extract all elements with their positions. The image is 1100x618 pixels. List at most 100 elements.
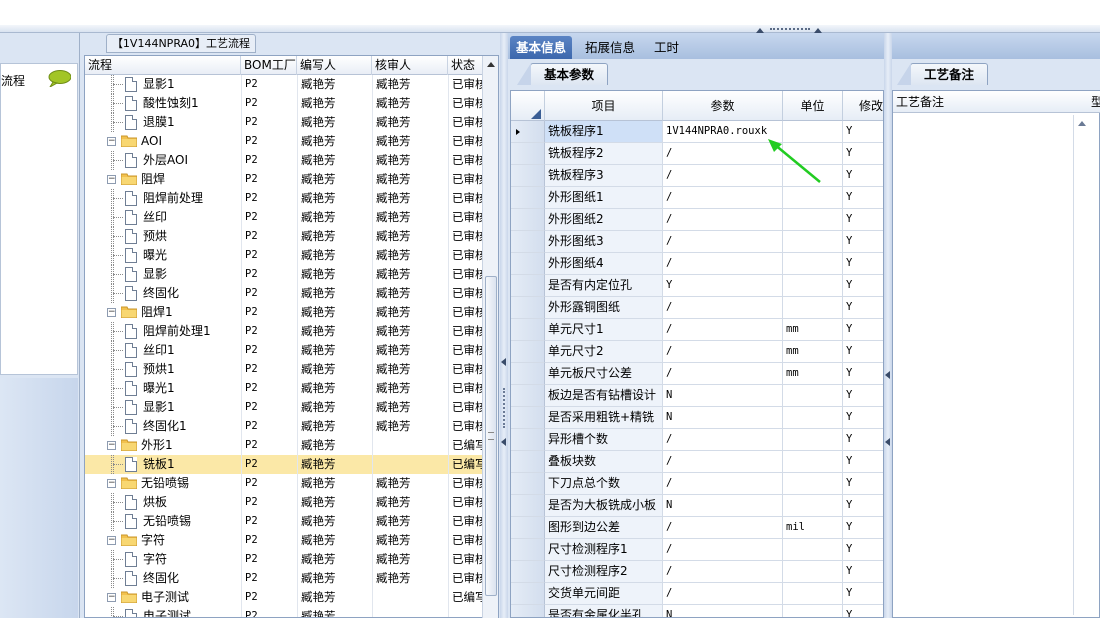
column-header-unit[interactable]: 单位 xyxy=(783,91,843,121)
param-row[interactable]: 异形槽个数 / Y xyxy=(511,429,883,451)
collapse-node-icon[interactable]: − xyxy=(107,593,116,602)
tree-row[interactable]: 字符 P2 臧艳芳 臧艳芳 已审核 xyxy=(85,550,486,569)
column-header-modify[interactable]: 修改 xyxy=(843,91,883,121)
tree-group-row[interactable]: − 外形1 P2 臧艳芳 已编写 xyxy=(85,436,486,455)
top-splitter[interactable] xyxy=(0,25,1100,33)
param-value-cell[interactable]: / xyxy=(663,473,783,495)
row-selector[interactable] xyxy=(511,407,545,429)
column-header-bom[interactable]: BOM工厂 xyxy=(241,56,297,75)
param-row[interactable]: 下刀点总个数 / Y xyxy=(511,473,883,495)
row-selector[interactable] xyxy=(511,495,545,517)
row-selector[interactable] xyxy=(511,605,545,617)
row-selector[interactable] xyxy=(511,583,545,605)
process-flow-tree[interactable]: 流程 BOM工厂 编写人 核审人 状态 显影1 P2 臧艳芳 臧艳芳 已审核 酸性蚀刻1 P… xyxy=(84,55,499,618)
collapse-node-icon[interactable]: − xyxy=(107,308,116,317)
row-selector[interactable] xyxy=(511,517,545,539)
row-selector[interactable] xyxy=(511,165,545,187)
param-row[interactable]: 单元尺寸1/mm Y xyxy=(511,319,883,341)
param-value-cell[interactable]: / xyxy=(663,253,783,275)
tree-row[interactable]: 丝印 P2 臧艳芳 臧艳芳 已审核 xyxy=(85,208,486,227)
param-row[interactable]: 是否采用粗铣+精铣 N Y xyxy=(511,407,883,429)
collapse-node-icon[interactable]: − xyxy=(107,175,116,184)
column-header-notes[interactable]: 工艺备注 xyxy=(896,91,944,113)
tree-group-row[interactable]: − AOI P2 臧艳芳 臧艳芳 已审核 xyxy=(85,132,486,151)
param-value-cell[interactable]: N xyxy=(663,495,783,517)
param-value-cell[interactable]: / xyxy=(663,231,783,253)
param-value-cell[interactable]: / xyxy=(663,319,783,341)
param-value-cell[interactable]: Y xyxy=(663,275,783,297)
collapse-left-icon[interactable] xyxy=(501,358,506,366)
collapse-node-icon[interactable]: − xyxy=(107,479,116,488)
row-selector[interactable] xyxy=(511,187,545,209)
splitter-grip[interactable] xyxy=(770,28,810,32)
row-selector[interactable] xyxy=(511,231,545,253)
column-header-reviewer[interactable]: 核审人 xyxy=(372,56,448,75)
row-selector[interactable] xyxy=(511,253,545,275)
tree-row[interactable]: 丝印1 P2 臧艳芳 臧艳芳 已审核 xyxy=(85,341,486,360)
tree-row[interactable]: 显影 P2 臧艳芳 臧艳芳 已审核 xyxy=(85,265,486,284)
param-row[interactable]: 外形露铜图纸 / Y xyxy=(511,297,883,319)
tree-row[interactable]: 显影1 P2 臧艳芳 臧艳芳 已审核 xyxy=(85,75,486,94)
row-selector[interactable] xyxy=(511,319,545,341)
tab-basic-info[interactable]: 基本信息 xyxy=(510,36,573,59)
param-row[interactable]: 叠板块数 / Y xyxy=(511,451,883,473)
tree-row[interactable]: 电子测试 P2 臧艳芳 xyxy=(85,607,485,617)
row-selector[interactable] xyxy=(511,143,545,165)
tree-scrollbar[interactable] xyxy=(482,56,498,618)
tree-group-row[interactable]: − 字符 P2 臧艳芳 臧艳芳 已审核 xyxy=(85,531,486,550)
tree-group-row[interactable]: − 无铅喷锡 P2 臧艳芳 臧艳芳 已审核 xyxy=(85,474,486,493)
collapse-left-icon[interactable] xyxy=(501,438,506,446)
row-selector[interactable] xyxy=(511,363,545,385)
tree-group-row[interactable]: − 电子测试 P2 臧艳芳 已编写 xyxy=(85,588,486,607)
collapse-node-icon[interactable]: − xyxy=(107,536,116,545)
flow-card[interactable]: 流程 xyxy=(0,63,78,375)
param-value-cell[interactable]: / xyxy=(663,539,783,561)
scroll-up-icon[interactable] xyxy=(487,62,495,67)
param-value-cell[interactable]: / xyxy=(663,561,783,583)
notes-scrollbar[interactable] xyxy=(1073,115,1089,615)
collapse-left-icon[interactable] xyxy=(885,438,890,446)
center-right-splitter[interactable] xyxy=(500,33,508,618)
param-value-cell[interactable]: N xyxy=(663,407,783,429)
param-row[interactable]: 外形图纸2/ Y xyxy=(511,209,883,231)
param-row[interactable]: 交货单元间距 / Y xyxy=(511,583,883,605)
tab-extended-info[interactable]: 拓展信息 xyxy=(579,36,641,59)
row-selector[interactable] xyxy=(511,275,545,297)
tree-row[interactable]: 酸性蚀刻1 P2 臧艳芳 臧艳芳 已审核 xyxy=(85,94,486,113)
collapse-left-icon[interactable] xyxy=(885,371,890,379)
param-value-cell[interactable]: / xyxy=(663,583,783,605)
row-selector[interactable] xyxy=(511,209,545,231)
row-selector[interactable] xyxy=(511,341,545,363)
grid-notes-splitter[interactable] xyxy=(884,33,892,618)
param-row[interactable]: 单元板尺寸公差 / mm Y xyxy=(511,363,883,385)
param-row[interactable]: 是否为大板铣成小板 N Y xyxy=(511,495,883,517)
chat-bubble-icon[interactable] xyxy=(47,70,71,87)
param-row[interactable]: 板边是否有钻槽设计 N Y xyxy=(511,385,883,407)
row-selector[interactable] xyxy=(511,473,545,495)
param-value-cell[interactable]: / xyxy=(663,451,783,473)
tree-row[interactable]: 预烘1 P2 臧艳芳 臧艳芳 已审核 xyxy=(85,360,486,379)
tree-row[interactable]: 铣板1 P2 臧艳芳 已编写 xyxy=(85,455,486,474)
tree-row[interactable]: 退膜1 P2 臧艳芳 臧艳芳 已审核 xyxy=(85,113,486,132)
tree-row[interactable]: 曝光 P2 臧艳芳 臧艳芳 已审核 xyxy=(85,246,486,265)
tree-row[interactable]: 终固化 P2 臧艳芳 臧艳芳 已审核 xyxy=(85,284,486,303)
tab-basic-params[interactable]: 基本参数 xyxy=(517,63,608,85)
tree-row[interactable]: 显影1 P2 臧艳芳 臧艳芳 已审核 xyxy=(85,398,486,417)
param-value-cell[interactable]: / xyxy=(663,363,783,385)
param-value-cell[interactable]: / xyxy=(663,297,783,319)
param-row[interactable]: 外形图纸3/ Y xyxy=(511,231,883,253)
tree-group-row[interactable]: − 阻焊 P2 臧艳芳 臧艳芳 已审核 xyxy=(85,170,486,189)
tree-row[interactable]: 阻焊前处理1 P2 臧艳芳 臧艳芳 已审核 xyxy=(85,322,486,341)
param-row[interactable]: 单元尺寸2/mm Y xyxy=(511,341,883,363)
scroll-thumb[interactable] xyxy=(485,276,497,596)
tree-group-row[interactable]: − 阻焊1 P2 臧艳芳 臧艳芳 已审核 xyxy=(85,303,486,322)
row-selector[interactable] xyxy=(511,451,545,473)
row-selector[interactable] xyxy=(511,539,545,561)
process-notes-grid[interactable]: 工艺备注 型 xyxy=(892,90,1100,618)
tree-row[interactable]: 阻焊前处理 P2 臧艳芳 臧艳芳 已审核 xyxy=(85,189,486,208)
row-selector[interactable] xyxy=(511,121,545,143)
param-value-cell[interactable]: / xyxy=(663,517,783,539)
tree-row[interactable]: 终固化 P2 臧艳芳 臧艳芳 已审核 xyxy=(85,569,486,588)
row-selector[interactable] xyxy=(511,385,545,407)
process-flow-tab[interactable]: 【1V144NPRA0】工艺流程 xyxy=(106,34,256,53)
